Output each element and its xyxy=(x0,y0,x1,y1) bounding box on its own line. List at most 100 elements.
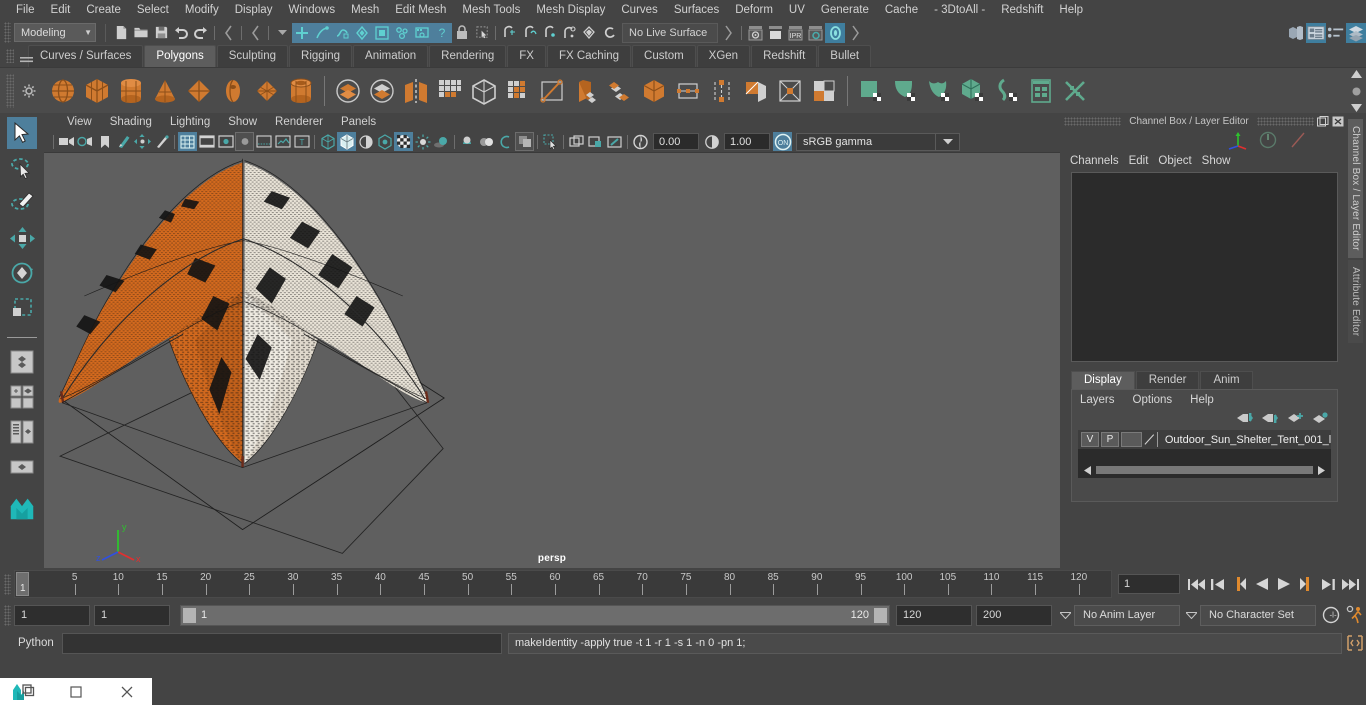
menu-surfaces[interactable]: Surfaces xyxy=(666,0,727,20)
shelf-scroll-controls[interactable] xyxy=(1348,70,1364,112)
move-layer-down-icon[interactable] xyxy=(1262,412,1279,424)
shelf-poly-mirror-icon[interactable] xyxy=(399,72,433,110)
status-collapse-right-icon[interactable] xyxy=(718,23,738,43)
select-by-surface-icon[interactable] xyxy=(332,22,352,43)
shelf-poly-crease-icon[interactable] xyxy=(807,72,841,110)
grid-toggle-icon[interactable] xyxy=(178,132,197,152)
new-layer-from-selection-icon[interactable] xyxy=(1312,412,1329,424)
menu-redshift[interactable]: Redshift xyxy=(993,0,1051,20)
close-panel-icon[interactable] xyxy=(1331,116,1344,128)
sidebar-channel-box-icon[interactable] xyxy=(1346,22,1366,43)
step-back-keyframe-icon[interactable] xyxy=(1208,573,1228,595)
menu-edit[interactable]: Edit xyxy=(43,0,79,20)
shelf-tab-custom[interactable]: Custom xyxy=(632,45,696,67)
layer-shading-icon[interactable] xyxy=(1144,432,1155,447)
menu-modify[interactable]: Modify xyxy=(177,0,227,20)
menu-mesh-display[interactable]: Mesh Display xyxy=(528,0,613,20)
snap-to-point-icon[interactable] xyxy=(539,23,559,43)
selection-mask-arrow-icon[interactable] xyxy=(245,23,265,43)
display-layer-list[interactable]: V P Outdoor_Sun_Shelter_Tent_001_layer xyxy=(1078,430,1331,478)
shelf-poly-pyramid-icon[interactable] xyxy=(250,72,284,110)
shelf-relax-tool-icon[interactable] xyxy=(922,72,956,110)
anim-end-time-field[interactable]: 200 xyxy=(976,604,1052,626)
shelf-poly-combine-icon[interactable] xyxy=(331,72,365,110)
shelf-sculpt-cross-icon[interactable] xyxy=(1058,72,1092,110)
screen-space-ao-icon[interactable] xyxy=(458,132,477,151)
menu-mesh[interactable]: Mesh xyxy=(343,0,387,20)
viewport-snapshot-icon[interactable] xyxy=(567,132,586,151)
select-region-icon[interactable] xyxy=(541,132,560,151)
move-tool-icon[interactable] xyxy=(7,222,37,254)
undo-icon[interactable] xyxy=(171,23,191,43)
shelf-row-grip[interactable] xyxy=(6,74,14,108)
layer-menu-layers[interactable]: Layers xyxy=(1080,394,1133,406)
shelf-tab-fx[interactable]: FX xyxy=(507,45,546,67)
anim-layer-dropdown-icon[interactable] xyxy=(1056,605,1074,626)
select-by-hierarchy-icon[interactable] xyxy=(292,22,312,43)
scroll-thumb[interactable] xyxy=(1096,466,1313,474)
viewport-menu-shading[interactable]: Shading xyxy=(101,115,161,129)
bookmark-icon[interactable] xyxy=(95,132,114,151)
render-current-frame-icon[interactable] xyxy=(745,23,765,43)
menu-3dtoall[interactable]: - 3DtoAll - xyxy=(926,0,993,20)
snap-to-view-plane-icon[interactable] xyxy=(579,23,599,43)
film-gate-icon[interactable] xyxy=(197,132,216,151)
shelf-target-weld-icon[interactable] xyxy=(705,72,739,110)
shelf-poly-bevel-icon[interactable] xyxy=(467,72,501,110)
layer-playback-toggle[interactable]: P xyxy=(1100,432,1119,447)
film-origin-icon[interactable] xyxy=(254,132,273,151)
gear-icon[interactable] xyxy=(22,84,36,98)
script-editor-icon[interactable] xyxy=(1344,632,1366,654)
layer-menu-help[interactable]: Help xyxy=(1190,394,1232,406)
selection-mask-dropdown-icon[interactable] xyxy=(272,23,292,43)
exposure-field[interactable]: 0.00 xyxy=(653,133,699,151)
select-by-rendering-icon[interactable] xyxy=(392,22,412,43)
new-scene-icon[interactable] xyxy=(111,23,131,43)
layer-visibility-toggle[interactable]: V xyxy=(1081,432,1099,447)
selection-mask-hierarchy-icon[interactable] xyxy=(218,23,238,43)
shelf-poly-separate-icon[interactable] xyxy=(365,72,399,110)
play-backwards-icon[interactable] xyxy=(1252,573,1272,595)
exposure-icon[interactable] xyxy=(631,132,650,151)
menu-select[interactable]: Select xyxy=(129,0,177,20)
live-surface-field[interactable]: No Live Surface xyxy=(622,22,718,43)
snap-to-grid-icon[interactable] xyxy=(499,23,519,43)
side-tab-attribute-editor[interactable]: Attribute Editor xyxy=(1348,259,1363,344)
select-help-icon[interactable]: ? xyxy=(432,22,452,43)
shelf-tab-curves-surfaces[interactable]: Curves / Surfaces xyxy=(28,45,144,67)
open-scene-icon[interactable] xyxy=(131,23,151,43)
select-camera-icon[interactable] xyxy=(57,132,76,151)
layer-tab-display[interactable]: Display xyxy=(1071,371,1135,389)
channel-box-menu-object[interactable]: Object xyxy=(1158,154,1201,168)
table-row[interactable]: V P Outdoor_Sun_Shelter_Tent_001_layer xyxy=(1078,430,1331,449)
panel-grip-right[interactable] xyxy=(1256,117,1315,126)
step-forward-frame-icon[interactable] xyxy=(1296,573,1316,595)
shelf-tab-animation[interactable]: Animation xyxy=(353,45,429,67)
snap-to-projected-center-icon[interactable] xyxy=(559,23,579,43)
panel-grip-left[interactable] xyxy=(1064,117,1122,126)
layout-hypergraph-icon[interactable] xyxy=(7,451,37,483)
go-to-start-icon[interactable] xyxy=(1186,573,1206,595)
shelf-smooth-tool-icon[interactable] xyxy=(888,72,922,110)
shade-x-ray-icon[interactable] xyxy=(356,132,375,151)
camera-attributes-icon[interactable] xyxy=(76,132,95,151)
menu-generate[interactable]: Generate xyxy=(813,0,877,20)
character-set-dropdown-icon[interactable] xyxy=(1182,605,1200,626)
menu-mesh-tools[interactable]: Mesh Tools xyxy=(454,0,528,20)
scale-tool-icon[interactable] xyxy=(7,292,37,324)
shelf-poly-connect-icon[interactable] xyxy=(739,72,773,110)
sidebar-tool-settings-icon[interactable] xyxy=(1326,23,1346,43)
shelf-tab-fx-caching[interactable]: FX Caching xyxy=(546,45,632,67)
toggle-render-view-icon[interactable] xyxy=(825,22,845,43)
layer-tab-render[interactable]: Render xyxy=(1135,371,1200,389)
x-ray-joints-icon[interactable] xyxy=(375,132,394,151)
step-forward-keyframe-icon[interactable] xyxy=(1318,573,1338,595)
viewport-render-region-icon[interactable] xyxy=(586,132,605,151)
two-d-pan-zoom-icon[interactable] xyxy=(133,132,152,151)
character-set-field[interactable]: No Character Set xyxy=(1200,604,1316,626)
shelf-pinch-tool-icon[interactable] xyxy=(990,72,1024,110)
channel-box-list[interactable] xyxy=(1071,172,1338,362)
shelf-poly-cube-icon[interactable] xyxy=(80,72,114,110)
shelf-sculpt-grid-icon[interactable] xyxy=(1024,72,1058,110)
layer-color-swatch[interactable] xyxy=(1120,432,1143,447)
